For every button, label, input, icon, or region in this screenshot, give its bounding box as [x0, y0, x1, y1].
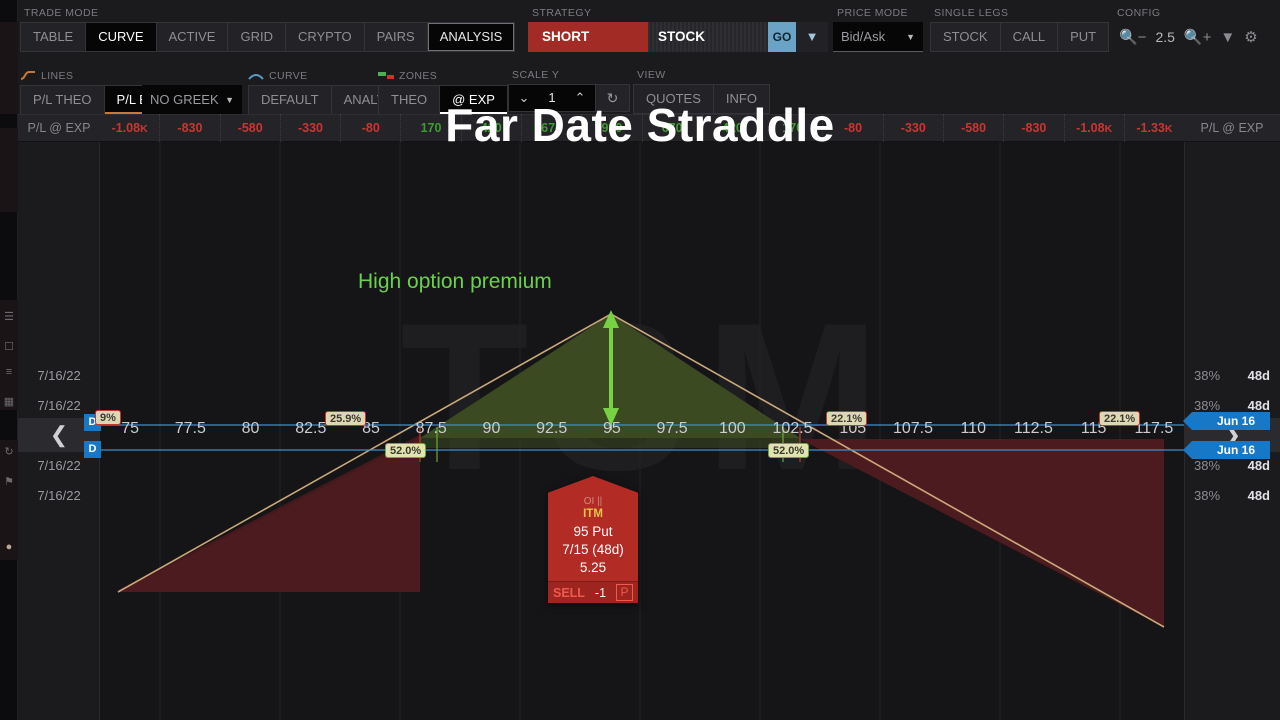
leg-quantity[interactable]: -1 [595, 586, 606, 600]
expiry-pill[interactable]: Jun 16 [1183, 412, 1270, 430]
page-title: Far Date Straddle [445, 99, 835, 151]
x-axis-label: 80 [241, 420, 260, 437]
tab-crypto[interactable]: CRYPTO [285, 23, 365, 51]
zone-percent-badge: 9% [95, 410, 121, 425]
x-axis-label: 90 [482, 420, 501, 437]
leg-price: 5.25 [579, 560, 607, 575]
strategy-name[interactable]: STOCK [648, 22, 768, 52]
leg-body: OI || ITM 95 Put 7/15 (48d) 5.25 [548, 476, 638, 581]
refresh-icon[interactable]: ↻ [2, 445, 16, 459]
zone-percent-badge: 52.0% [768, 443, 810, 458]
strategy-selector: SHORT STOCK GO ▼ [528, 22, 828, 52]
zoom-value: 2.5 [1155, 29, 1175, 45]
single-legs-buttons: STOCK CALL PUT [930, 22, 1110, 52]
go-button[interactable]: GO [768, 22, 796, 52]
d-marker[interactable]: D [84, 441, 101, 458]
payoff-chart[interactable]: TSM [18, 142, 1280, 720]
trade-mode-label: TRADE MODE [24, 7, 99, 19]
zones-icon [378, 72, 394, 79]
left-date-column: 7/16/22 7/16/22 ❮ 7/16/22 7/16/22 [18, 142, 100, 720]
top-toolbar: TRADE MODE TABLE CURVE ACTIVE GRID CRYPT… [18, 0, 1280, 66]
expiry-pill[interactable]: Jun 16 [1183, 441, 1270, 459]
x-axis-label: 87.5 [415, 420, 447, 437]
filter-icon[interactable]: ▼ [1220, 29, 1235, 46]
iv-value: 38% [1194, 488, 1221, 503]
dte-value: 48d [1247, 368, 1270, 383]
strategy-label: STRATEGY [532, 7, 592, 19]
alert-icon[interactable]: ⚑ [2, 475, 16, 489]
iv-row: 38% 48d [1184, 361, 1280, 391]
x-axis-label: 95 [602, 420, 621, 437]
leg-expiry: 7/15 (48d) [562, 542, 624, 557]
avatar[interactable]: ● [2, 540, 16, 554]
leg-call-button[interactable]: CALL [1000, 23, 1059, 51]
x-axis-labels: 75 77.5 80 82.5 85 87.5 90 92.5 95 97.5 100 102.5 10… [100, 420, 1184, 452]
leg-open-interest: OI || [583, 496, 603, 507]
x-axis-label: 97.5 [656, 420, 688, 437]
tab-grid[interactable]: GRID [228, 23, 286, 51]
x-axis-label: 82.5 [295, 420, 327, 437]
leg-stock-button[interactable]: STOCK [931, 23, 1001, 51]
layout-icon[interactable]: ☐ [2, 340, 16, 354]
chevron-down-icon: ▼ [906, 31, 915, 42]
leg-itm-badge: ITM [583, 508, 603, 520]
x-axis-label: 110 [960, 420, 986, 437]
tab-table[interactable]: TABLE [21, 23, 87, 51]
zones-label: ZONES [378, 68, 508, 83]
single-legs-label: SINGLE LEGS [934, 7, 1009, 19]
list-icon[interactable]: ≡ [2, 365, 16, 379]
config-label: CONFIG [1117, 7, 1161, 19]
menu-icon[interactable]: ☰ [2, 310, 16, 324]
x-axis-label: 75 [121, 420, 140, 437]
tab-pairs[interactable]: PAIRS [364, 23, 428, 51]
scale-y-label: SCALE Y [512, 69, 560, 81]
grid-icon[interactable]: ▦ [2, 395, 16, 409]
date-cell: 7/16/22 [37, 368, 81, 383]
x-axis-label: 112.5 [1014, 420, 1053, 437]
tab-analysis[interactable]: ANALYSIS [427, 23, 515, 51]
x-axis-label: 102.5 [772, 420, 813, 437]
iv-row: 38% 48d [1184, 481, 1280, 511]
x-axis-label: 100 [718, 420, 746, 437]
tab-curve[interactable]: CURVE [86, 23, 157, 51]
arc-icon [248, 74, 264, 80]
zone-percent-badge: 22.1% [1099, 411, 1141, 426]
leg-footer: SELL -1 P [548, 581, 638, 603]
zoom-out-icon[interactable]: 🔍− [1119, 28, 1146, 46]
view-label: VIEW [637, 69, 666, 81]
annotation-high-option-premium: High option premium [358, 270, 552, 293]
zone-percent-badge: 22.1% [826, 411, 868, 426]
curve-line-icon [20, 71, 35, 80]
leg-type-badge[interactable]: P [615, 584, 633, 601]
iv-value: 38% [1194, 368, 1221, 383]
price-mode-select[interactable]: Bid/Ask ▼ [833, 22, 923, 52]
x-axis-label: 117.5 [1134, 420, 1174, 437]
dte-value: 48d [1247, 488, 1270, 503]
lines-label: LINES [20, 68, 178, 83]
right-iv-column: 38% 48d 38% 48d ❯ 38% 48d 38% 48d [1184, 142, 1280, 720]
zone-percent-badge: 25.9% [325, 411, 367, 426]
date-cell: 7/16/22 [37, 488, 81, 503]
x-axis-label: 107.5 [892, 420, 934, 437]
zone-percent-badge: 52.0% [385, 443, 427, 458]
price-mode-label: PRICE MODE [837, 7, 909, 19]
leg-strike: 95 Put [573, 524, 613, 539]
leg-action[interactable]: SELL [553, 586, 585, 600]
tab-active[interactable]: ACTIVE [156, 23, 229, 51]
config-controls: 🔍− 2.5 🔍+ ▼ ⚙ [1113, 22, 1264, 52]
strategy-side[interactable]: SHORT [528, 22, 648, 52]
x-axis-label: 77.5 [174, 420, 206, 437]
x-axis-label: 92.5 [536, 420, 568, 437]
leg-put-button[interactable]: PUT [1058, 23, 1109, 51]
trading-platform-window: ☰ ☐ ≡ ▦ ↻ ⚑ ● TRADE MODE TABLE CURVE ACT… [0, 0, 1280, 720]
chevron-down-icon[interactable]: ▼ [796, 22, 828, 52]
trade-mode-buttons: TABLE CURVE ACTIVE GRID CRYPTO PAIRS ANA… [20, 22, 516, 52]
gear-icon[interactable]: ⚙ [1244, 28, 1257, 46]
option-leg-tooltip[interactable]: OI || ITM 95 Put 7/15 (48d) 5.25 SELL -1… [548, 476, 638, 603]
price-mode-value: Bid/Ask [841, 29, 886, 44]
zoom-in-icon[interactable]: 🔍+ [1184, 28, 1211, 46]
